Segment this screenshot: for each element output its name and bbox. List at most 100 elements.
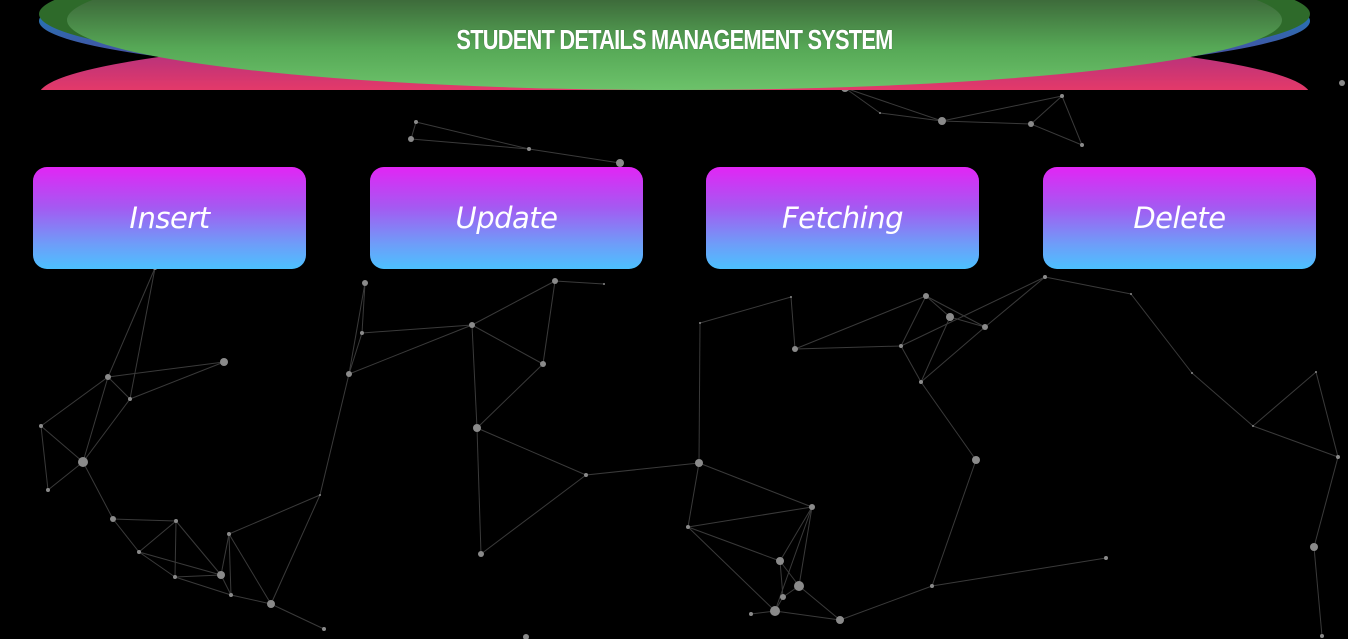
network-link [542, 280, 556, 365]
network-node [1028, 121, 1034, 127]
page-title: STUDENT DETAILS MANAGEMENT SYSTEM [456, 24, 893, 55]
network-node [879, 112, 881, 114]
fetch-button[interactable]: Fetching [706, 167, 979, 269]
network-link [1315, 371, 1339, 458]
network-node [809, 504, 815, 510]
network-link [138, 551, 222, 576]
network-link [228, 533, 232, 596]
network-node [1336, 455, 1340, 459]
network-node [972, 456, 980, 464]
network-link [230, 594, 272, 605]
network-node [603, 283, 605, 285]
network-node [473, 424, 481, 432]
network-node [362, 280, 368, 286]
network-node [749, 612, 753, 616]
network-link [174, 576, 232, 596]
network-link [687, 462, 700, 528]
network-node [695, 459, 703, 467]
update-button-label: Update [455, 201, 558, 235]
network-link [415, 121, 530, 150]
network-node [1060, 94, 1064, 98]
network-link [687, 506, 813, 528]
network-link [112, 518, 140, 553]
network-link [794, 345, 902, 350]
network-link [794, 295, 927, 350]
network-link [687, 526, 776, 612]
network-node [267, 600, 275, 608]
network-link [1313, 546, 1323, 637]
network-link [175, 520, 222, 576]
network-node [173, 575, 177, 579]
network-link [920, 326, 986, 383]
network-node [346, 371, 352, 377]
network-node [39, 424, 43, 428]
network-link [698, 462, 813, 508]
network-link [47, 461, 84, 491]
network-node [982, 324, 988, 330]
network-link [40, 425, 49, 491]
header-banner: STUDENT DETAILS MANAGEMENT SYSTEM [39, 0, 1310, 90]
network-link [107, 267, 156, 378]
network-node [770, 606, 780, 616]
network-node [1104, 556, 1108, 560]
network-node [523, 634, 529, 639]
network-link [1044, 276, 1132, 295]
network-node [930, 584, 934, 588]
update-button[interactable]: Update [370, 167, 643, 269]
network-node [919, 380, 923, 384]
insert-button-label: Insert [129, 201, 210, 235]
network-node [128, 397, 132, 401]
network-link [129, 267, 156, 400]
network-link [174, 520, 177, 578]
network-link [129, 361, 225, 400]
network-node [540, 361, 546, 367]
network-link [698, 322, 701, 464]
network-node [1315, 371, 1317, 373]
network-node [946, 313, 954, 321]
network-link [1030, 95, 1063, 125]
network-link [476, 427, 587, 476]
network-link [228, 494, 321, 535]
network-node [552, 278, 558, 284]
network-node [780, 594, 786, 600]
network-link [839, 585, 933, 621]
network-node [322, 627, 326, 631]
network-node [217, 571, 225, 579]
network-link [687, 526, 781, 562]
network-link [107, 361, 225, 378]
network-link [900, 295, 927, 347]
network-link [931, 557, 1107, 587]
network-link [471, 324, 478, 429]
network-node [923, 293, 929, 299]
network-node [110, 516, 116, 522]
network-node [360, 331, 364, 335]
network-node [1080, 143, 1084, 147]
network-link [1252, 371, 1317, 427]
network-link [844, 87, 881, 114]
network-node [616, 159, 624, 167]
network-node [319, 494, 321, 496]
network-link [112, 518, 177, 522]
network-link [40, 425, 84, 463]
insert-button[interactable]: Insert [33, 167, 306, 269]
network-node [220, 358, 228, 366]
network-node [938, 117, 946, 125]
network-link [228, 533, 272, 605]
network-link [1252, 425, 1339, 458]
delete-button[interactable]: Delete [1043, 167, 1316, 269]
network-link [1130, 293, 1193, 374]
network-link [879, 112, 943, 122]
network-node [1043, 275, 1047, 279]
network-link [40, 376, 109, 427]
network-link [585, 462, 700, 476]
network-link [476, 427, 482, 555]
network-link [138, 551, 176, 578]
network-node [1252, 425, 1254, 427]
network-node [469, 322, 475, 328]
network-link [471, 280, 556, 326]
network-link [920, 381, 977, 461]
network-node [1191, 372, 1193, 374]
network-link [1313, 456, 1339, 548]
network-link [920, 316, 951, 383]
network-link [476, 363, 544, 429]
